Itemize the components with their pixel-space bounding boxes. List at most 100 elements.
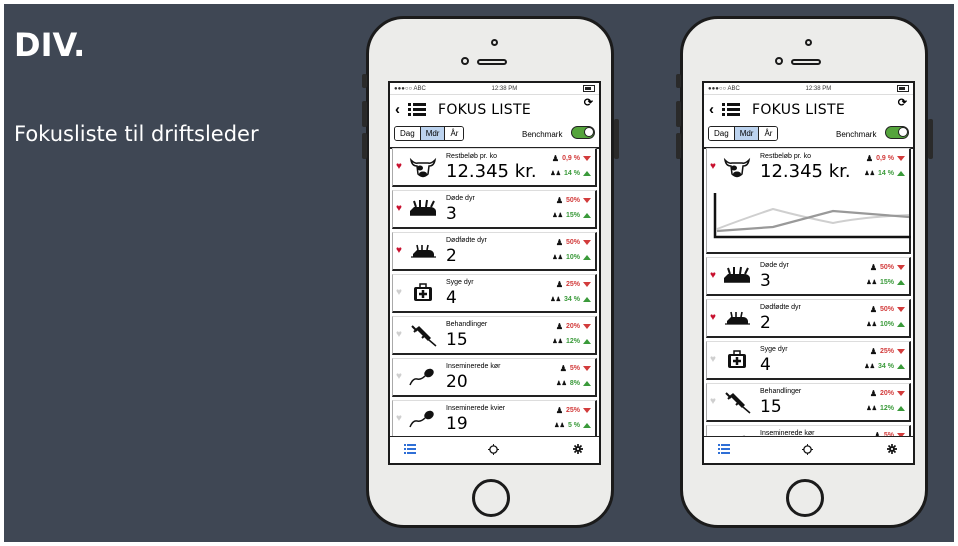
focus-list-item[interactable]: ♥ Syge dyr 4 ♟ 25% ♟♟ 34 %	[706, 341, 911, 380]
menu-list-icon[interactable]	[408, 103, 426, 117]
focus-list-item[interactable]: ♥ Dødfødte dyr 2 ♟ 50% ♟♟ 10%	[706, 299, 911, 338]
person-icon: ♟	[865, 154, 874, 163]
favorite-heart-icon[interactable]: ♥	[396, 161, 402, 172]
stat-value: 15%	[565, 212, 580, 219]
refresh-icon[interactable]: ⟳	[584, 96, 593, 109]
stat-value: 10%	[565, 254, 580, 261]
benchmark-toggle[interactable]	[885, 126, 909, 139]
trend-down-icon	[897, 307, 905, 312]
hardware-button	[362, 74, 367, 88]
focus-list-item[interactable]: ♥ Dødfødte dyr 2 ♟ 50% ♟♟ 10%	[392, 232, 597, 271]
benchmark-label: Benchmark	[836, 130, 877, 139]
slide: DIV. Fokusliste til driftsleder ●●●○○ AB…	[4, 4, 954, 542]
stat-value: 14 %	[564, 170, 580, 177]
tab-home-icon[interactable]	[802, 444, 813, 458]
favorite-heart-icon[interactable]: ♥	[396, 287, 402, 298]
segment-1[interactable]: Mdr	[734, 127, 760, 140]
segment-2[interactable]: År	[445, 127, 464, 140]
trend-down-icon	[897, 265, 905, 270]
favorite-heart-icon[interactable]: ♥	[710, 270, 716, 281]
segment-0[interactable]: Dag	[395, 127, 421, 140]
focus-list[interactable]: ♥ Restbeløb pr. ko 12.345 kr. ♟ 0,9 % ♟♟ 14 % ♥…	[390, 148, 599, 438]
person-icon: ♟	[559, 364, 567, 373]
favorite-heart-icon[interactable]: ♥	[396, 371, 402, 382]
favorite-heart-icon[interactable]: ♥	[710, 396, 716, 407]
focus-list-item[interactable]: ♥ Restbeløb pr. ko 12.345 kr. ♟ 0,9 % ♟♟ 14 %	[392, 148, 597, 187]
item-value: 20	[446, 372, 468, 392]
segment-2[interactable]: År	[759, 127, 778, 140]
favorite-heart-icon[interactable]: ♥	[396, 203, 402, 214]
benchmark-stat: ♟♟ 8%	[556, 380, 591, 387]
back-chevron-icon[interactable]: ‹	[395, 101, 400, 118]
group-icon: ♟♟	[866, 280, 877, 286]
tab-home-icon[interactable]	[488, 444, 499, 458]
refresh-icon[interactable]: ⟳	[898, 96, 907, 109]
home-button[interactable]	[472, 479, 510, 517]
home-button[interactable]	[786, 479, 824, 517]
hardware-button	[676, 74, 681, 88]
stat-value: 20%	[565, 323, 580, 330]
person-icon: ♟	[555, 238, 563, 247]
stat-value: 25%	[565, 281, 580, 288]
item-value: 4	[760, 355, 771, 375]
status-bar: ●●●○○ ABC 12:38 PM	[390, 83, 599, 95]
phone-mockup-expanded: ●●●○○ ABC 12:38 PM ‹ FOKUS LISTE ⟳ Dag Mdr År Be…	[676, 16, 933, 528]
item-label: Behandlinger	[760, 388, 802, 395]
item-label: Dødfødte dyr	[446, 237, 487, 244]
focus-list-item[interactable]: ♥ Inseminerede kør 20 ♟5% ♟♟8%	[392, 358, 597, 397]
item-value: 2	[760, 313, 771, 333]
trend-up-icon	[583, 381, 591, 386]
benchmark-stat: ♟♟ 12%	[552, 338, 591, 345]
trend-up-icon	[583, 297, 591, 302]
favorite-heart-icon[interactable]: ♥	[710, 312, 716, 323]
tab-settings-gear-icon[interactable]	[573, 444, 583, 457]
menu-list-icon[interactable]	[722, 103, 740, 117]
trend-down-icon	[897, 391, 905, 396]
focus-list-item[interactable]: ♥ Døde dyr 3 ♟ 50% ♟♟ 15%	[706, 257, 911, 296]
benchmark-stat: ♟♟ 15%	[866, 279, 905, 286]
person-icon: ♟	[555, 280, 563, 289]
focus-list-item[interactable]: ♥ Døde dyr 3 ♟ 50% ♟♟ 15%	[392, 190, 597, 229]
trend-down-icon	[583, 156, 591, 161]
item-label: Dødfødte dyr	[760, 304, 801, 311]
focus-list-item[interactable]: ♥ Behandlinger 15 ♟ 20% ♟♟ 12%	[706, 383, 911, 422]
trend-down-icon	[583, 408, 591, 413]
item-value: 19	[446, 414, 468, 434]
benchmark-stat: ♟ 50%	[870, 263, 905, 272]
tab-list-icon[interactable]	[718, 444, 730, 457]
favorite-heart-icon[interactable]: ♥	[710, 161, 716, 172]
benchmark-toggle[interactable]	[571, 126, 595, 139]
favorite-heart-icon[interactable]: ♥	[710, 354, 716, 365]
camera-icon	[491, 39, 498, 46]
phone-screen: ●●●○○ ABC 12:38 PM ‹ FOKUS LISTE ⟳ Dag Mdr År Be…	[388, 81, 601, 465]
sensor-icon	[461, 57, 469, 65]
trend-up-icon	[897, 322, 905, 327]
focus-list-item[interactable]: ♥ Syge dyr 4 ♟ 25% ♟♟ 34 %	[392, 274, 597, 313]
hardware-button	[676, 101, 681, 127]
segment-0[interactable]: Dag	[709, 127, 735, 140]
benchmark-stat: ♟ 5%	[560, 364, 591, 373]
hardware-button	[362, 133, 367, 159]
focus-list-item[interactable]: ♥ Inseminerede kvier 19 ♟ 25% ♟♟ 5 %	[392, 400, 597, 438]
item-value: 4	[446, 288, 457, 308]
item-label: Behandlinger	[446, 321, 488, 328]
item-value: 2	[446, 246, 457, 266]
status-bar: ●●●○○ ABC 12:38 PM	[704, 83, 913, 95]
stat-value: 0,9 %	[562, 155, 580, 162]
segment-1[interactable]: Mdr	[420, 127, 446, 140]
stat-value: 5%	[569, 365, 580, 372]
favorite-heart-icon[interactable]: ♥	[396, 329, 402, 340]
focus-list-item[interactable]: ♥ Behandlinger 15 ♟ 20% ♟♟ 12%	[392, 316, 597, 355]
trend-up-icon	[897, 171, 905, 176]
tab-list-icon[interactable]	[404, 444, 416, 457]
person-icon: ♟	[555, 196, 563, 205]
focus-list[interactable]: ♥ Restbeløb pr. ko 12.345 kr. ♟ 0,9 % ♟♟ 14 % ♥…	[704, 148, 913, 438]
favorite-heart-icon[interactable]: ♥	[396, 413, 402, 424]
speaker-icon	[791, 59, 821, 65]
item-label: Døde dyr	[760, 262, 789, 269]
syringe-icon	[722, 390, 752, 414]
focus-list-item[interactable]: ♥ Restbeløb pr. ko 12.345 kr. ♟ 0,9 % ♟♟ 14 %	[706, 148, 911, 254]
back-chevron-icon[interactable]: ‹	[709, 101, 714, 118]
favorite-heart-icon[interactable]: ♥	[396, 245, 402, 256]
tab-settings-gear-icon[interactable]	[887, 444, 897, 457]
